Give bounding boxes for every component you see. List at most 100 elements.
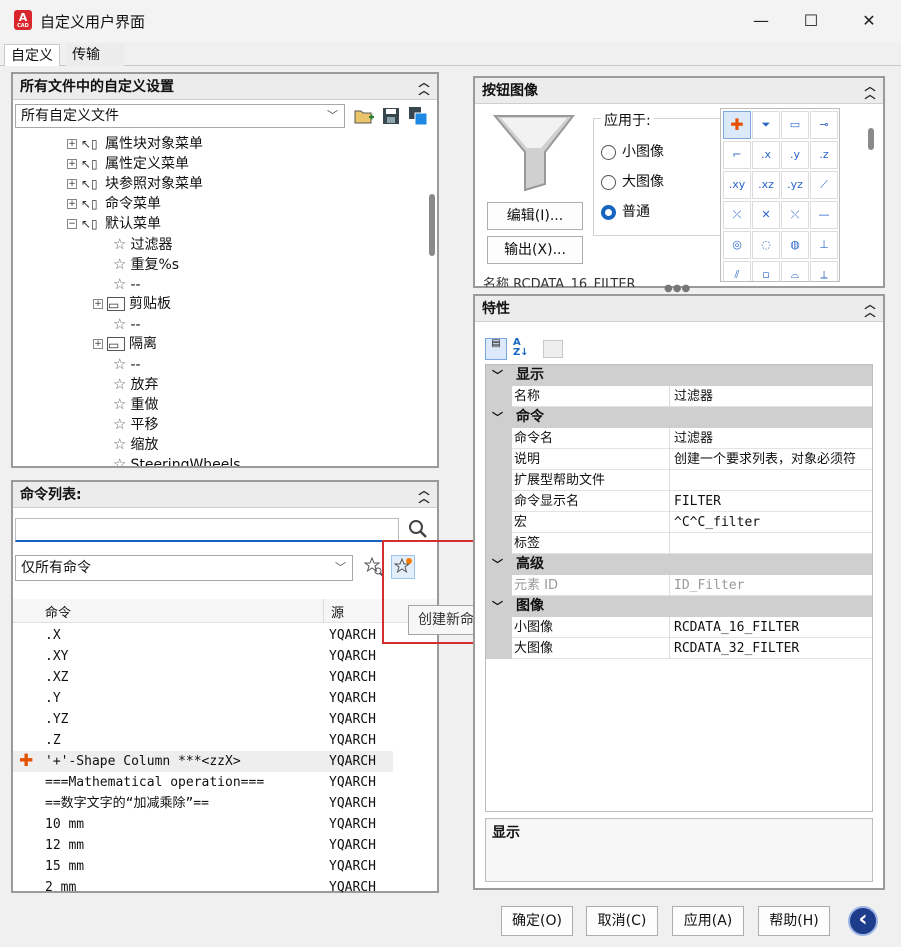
property-row[interactable]: 元素 ID ID_Filter: [486, 575, 872, 596]
palette-image-icon[interactable]: ⤬: [781, 201, 809, 229]
expand-icon[interactable]: +: [93, 339, 103, 349]
tree-item[interactable]: ☆ 放弃: [113, 374, 158, 394]
palette-image-icon[interactable]: .y: [781, 141, 809, 169]
palette-image-icon[interactable]: ✚: [723, 111, 751, 139]
palette-image-icon[interactable]: ⟂: [810, 261, 838, 281]
palette-image-icon[interactable]: ⟋: [810, 171, 838, 199]
tree-item[interactable]: + ▭ 隔离: [93, 334, 157, 354]
collapse-back-icon[interactable]: ‹: [848, 906, 878, 936]
alphabetical-sort-icon[interactable]: A Z↓: [513, 338, 535, 360]
property-row[interactable]: 说明 创建一个要求列表，对象必须符: [486, 449, 872, 470]
palette-image-icon[interactable]: ◍: [781, 231, 809, 259]
tree-item[interactable]: − ↖▯ 默认菜单: [67, 214, 161, 234]
command-row[interactable]: .XY YQARCH: [13, 646, 393, 667]
property-row[interactable]: 宏 ^C^C_filter: [486, 512, 872, 533]
tree-scrollbar[interactable]: [429, 194, 435, 256]
expand-icon[interactable]: +: [67, 199, 77, 209]
property-value[interactable]: RCDATA_32_FILTER: [674, 638, 799, 659]
tree-item[interactable]: + ↖▯ 命令菜单: [67, 194, 161, 214]
palette-image-icon[interactable]: —: [810, 201, 838, 229]
tree-item[interactable]: ☆ 重做: [113, 394, 158, 414]
ok-button[interactable]: 确定(O): [501, 906, 573, 936]
property-row[interactable]: 扩展型帮助文件: [486, 470, 872, 491]
command-row[interactable]: 15 mm YQARCH: [13, 856, 393, 877]
categorized-view-icon[interactable]: ▤: [485, 338, 507, 360]
property-row[interactable]: 命令显示名 FILTER: [486, 491, 872, 512]
command-row[interactable]: .X YQARCH: [13, 625, 393, 646]
image-size-radio[interactable]: 普通: [601, 202, 650, 222]
property-value[interactable]: 创建一个要求列表，对象必须符: [674, 449, 856, 470]
tree-item[interactable]: ☆ --: [113, 354, 141, 374]
tab-transfer[interactable]: 传输: [66, 44, 124, 66]
collapse-chevron-icon[interactable]: ︿ ︿: [863, 299, 877, 318]
property-row[interactable]: 名称 过滤器: [486, 386, 872, 407]
collapse-chevron-icon[interactable]: ︿ ︿: [417, 485, 431, 504]
customization-tree[interactable]: + ↖▯ 属性块对象菜单 + ↖▯ 属性定义菜单 + ↖▯ 块参照对象菜单 + ↖▯ 命令菜单 − ↖▯ 默…: [13, 134, 423, 466]
palette-image-icon[interactable]: ✕: [752, 201, 780, 229]
save-icon[interactable]: [380, 105, 402, 127]
property-value[interactable]: RCDATA_16_FILTER: [674, 617, 799, 638]
property-row[interactable]: 命令名 过滤器: [486, 428, 872, 449]
palette-image-icon[interactable]: .z: [810, 141, 838, 169]
palette-image-icon[interactable]: .xy: [723, 171, 751, 199]
property-value[interactable]: FILTER: [674, 491, 721, 512]
expand-icon[interactable]: +: [67, 179, 77, 189]
property-value[interactable]: ID_Filter: [674, 575, 744, 596]
cancel-button[interactable]: 取消(C): [586, 906, 658, 936]
collapse-chevron-icon[interactable]: ︿ ︿: [417, 77, 431, 96]
palette-image-icon[interactable]: .yz: [781, 171, 809, 199]
command-row[interactable]: .YZ YQARCH: [13, 709, 393, 730]
palette-image-icon[interactable]: ▭: [781, 111, 809, 139]
apply-button[interactable]: 应用(A): [672, 906, 744, 936]
customization-file-select[interactable]: 所有自定义文件 ﹀: [15, 104, 345, 128]
tab-customize[interactable]: 自定义: [4, 44, 60, 66]
edit-image-button[interactable]: 编辑(I)...: [487, 202, 583, 230]
command-row[interactable]: .Z YQARCH: [13, 730, 393, 751]
command-search-input[interactable]: [15, 518, 399, 542]
command-row[interactable]: 10 mm YQARCH: [13, 814, 393, 835]
property-row[interactable]: 小图像 RCDATA_16_FILTER: [486, 617, 872, 638]
expand-icon[interactable]: +: [93, 299, 103, 309]
palette-image-icon[interactable]: ⊥: [810, 231, 838, 259]
expand-icon[interactable]: +: [67, 159, 77, 169]
tree-item[interactable]: + ▭ 剪贴板: [93, 294, 171, 314]
tree-item[interactable]: ☆ SteeringWheels: [113, 454, 241, 466]
palette-image-icon[interactable]: ◌: [752, 231, 780, 259]
tree-item[interactable]: ☆ 平移: [113, 414, 158, 434]
save-as-icon[interactable]: [407, 105, 429, 127]
palette-image-icon[interactable]: ⏷: [752, 111, 780, 139]
palette-image-icon[interactable]: .xz: [752, 171, 780, 199]
collapse-icon[interactable]: −: [67, 219, 77, 229]
command-filter-select[interactable]: 仅所有命令 ﹀: [15, 555, 353, 581]
palette-image-icon[interactable]: ⊸: [810, 111, 838, 139]
icon-palette-scrollbar[interactable]: [868, 128, 874, 150]
property-value[interactable]: 过滤器: [674, 386, 713, 407]
chevron-down-icon[interactable]: ﹀: [492, 596, 503, 617]
palette-image-icon[interactable]: .x: [752, 141, 780, 169]
property-category[interactable]: ﹀ 命令: [486, 407, 872, 428]
tree-item[interactable]: ☆ 缩放: [113, 434, 158, 454]
tree-item[interactable]: ☆ --: [113, 314, 141, 334]
command-row[interactable]: ==数字文字的“加减乘除”== YQARCH: [13, 793, 393, 814]
tree-item[interactable]: ☆ 过滤器: [113, 234, 172, 254]
close-button[interactable]: ✕: [846, 6, 892, 36]
property-value[interactable]: ^C^C_filter: [674, 512, 760, 533]
palette-image-icon[interactable]: ⌓: [781, 261, 809, 281]
command-row[interactable]: ✚ '+'-Shape Column ***<zzX> YQARCH: [13, 751, 393, 772]
property-row[interactable]: 大图像 RCDATA_32_FILTER: [486, 638, 872, 659]
command-row[interactable]: .Y YQARCH: [13, 688, 393, 709]
palette-image-icon[interactable]: ◎: [723, 231, 751, 259]
open-file-icon[interactable]: [353, 105, 375, 127]
image-size-radio[interactable]: 大图像: [601, 172, 664, 192]
palette-image-icon[interactable]: ▫: [752, 261, 780, 281]
help-button[interactable]: 帮助(H): [758, 906, 830, 936]
expand-icon[interactable]: +: [67, 139, 77, 149]
export-image-button[interactable]: 输出(X)...: [487, 236, 583, 264]
command-row[interactable]: 12 mm YQARCH: [13, 835, 393, 856]
search-icon[interactable]: [407, 518, 429, 542]
splitter-grip-icon[interactable]: ●●●: [664, 283, 690, 294]
property-value[interactable]: 过滤器: [674, 428, 713, 449]
collapse-chevron-icon[interactable]: ︿ ︿: [863, 81, 877, 100]
command-row[interactable]: ===Mathematical operation=== YQARCH: [13, 772, 393, 793]
command-row[interactable]: .XZ YQARCH: [13, 667, 393, 688]
